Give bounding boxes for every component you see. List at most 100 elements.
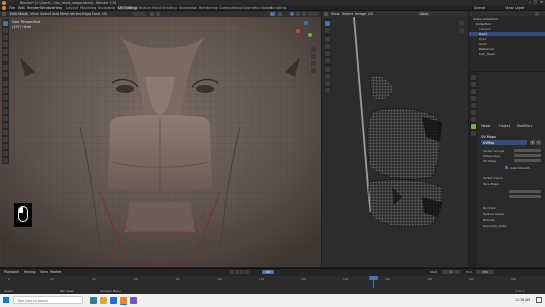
shrink-fatten-icon[interactable] <box>3 144 8 149</box>
scene-selector[interactable]: Scene <box>474 6 485 10</box>
uv-menu-uv[interactable]: UV <box>368 12 373 16</box>
prop-label-texture-space[interactable]: Texture Space <box>483 212 504 216</box>
prop-label-vertex-colors[interactable]: Vertex Colors <box>483 176 503 180</box>
navigation-gizmo[interactable] <box>296 21 316 41</box>
image-selector[interactable]: New <box>418 12 430 16</box>
extrude-icon[interactable] <box>3 81 8 86</box>
viewport-menu-uv[interactable]: UV <box>102 12 107 16</box>
workspace-tab-geometry-nodes[interactable]: Geometry Nodes <box>242 6 272 10</box>
blender-taskbar-icon[interactable] <box>120 297 127 305</box>
play-reverse-button[interactable] <box>235 270 239 274</box>
shading-rendered-icon[interactable] <box>302 12 306 16</box>
prop-label-remesh[interactable]: Remesh <box>483 218 495 222</box>
pan-icon[interactable] <box>311 54 316 59</box>
workspace-tab-rendering[interactable]: Rendering <box>199 6 217 10</box>
outliner-item[interactable]: Collection <box>476 22 491 26</box>
viewport-menu-vertex[interactable]: Vertex <box>70 12 82 16</box>
timeline-menu-keying[interactable]: Keying <box>24 270 35 274</box>
edge-slide-icon[interactable] <box>3 137 8 142</box>
maximize-button[interactable]: □ <box>534 0 537 4</box>
material-properties-icon[interactable] <box>470 131 476 136</box>
menu-window[interactable]: Window <box>40 6 54 10</box>
jump-start-button[interactable] <box>230 270 234 274</box>
workspace-tab-layout[interactable]: Layout <box>66 6 78 10</box>
outliner-filter-icon[interactable] <box>535 11 539 16</box>
shading-solid-icon[interactable] <box>290 12 294 16</box>
uv-maps-section-header[interactable]: UV Maps <box>481 135 496 139</box>
uv-move-icon[interactable] <box>325 37 330 42</box>
prop-field-vertex-groups[interactable] <box>514 149 541 153</box>
outliner-item[interactable]: Eyes <box>479 37 486 41</box>
uv-zoom-icon[interactable] <box>459 21 464 26</box>
axis-z-icon[interactable] <box>304 21 308 25</box>
timeline-menu-view[interactable]: View <box>40 270 48 274</box>
modifier-properties-icon[interactable] <box>470 117 476 122</box>
outliner-item[interactable]: Head <box>479 32 487 36</box>
remove-uv-map-button[interactable]: − <box>536 140 541 145</box>
close-button[interactable]: ✕ <box>540 0 543 4</box>
camera-view-icon[interactable] <box>311 61 316 66</box>
world-properties-icon[interactable] <box>470 103 476 108</box>
workspace-tab-uv-editing[interactable]: UV Editing <box>117 6 138 10</box>
prop-field-normals[interactable] <box>509 195 541 199</box>
proportional-edit-icon[interactable] <box>156 12 160 16</box>
uv-annotate-icon[interactable] <box>325 67 330 72</box>
menu-file[interactable]: File <box>9 6 15 10</box>
workspace-tab-texture-paint[interactable]: Texture Paint <box>138 6 161 10</box>
options-button[interactable] <box>308 12 319 16</box>
viewport-menu-add[interactable]: Add <box>52 12 59 16</box>
shear-icon[interactable] <box>3 151 8 156</box>
poly-build-icon[interactable] <box>3 116 8 121</box>
uv-pinch-icon[interactable] <box>325 88 330 93</box>
outliner-item[interactable]: Camera <box>479 27 491 31</box>
prop-label-geometry-data[interactable]: Geometry Data <box>483 224 506 228</box>
play-button[interactable] <box>240 270 244 274</box>
zoom-icon[interactable] <box>311 47 316 52</box>
task-view-icon[interactable] <box>90 297 97 304</box>
object-properties-icon[interactable] <box>470 110 476 115</box>
minimize-button[interactable]: – <box>529 0 531 4</box>
properties-tab-modifiers[interactable]: Modifiers <box>517 124 532 128</box>
snap-icon[interactable] <box>150 12 154 16</box>
spin-icon[interactable] <box>3 123 8 128</box>
windows-start-icon[interactable] <box>3 297 9 303</box>
current-frame-field[interactable]: 197 <box>262 270 274 274</box>
viewport-menu-edge[interactable]: Edge <box>82 12 91 16</box>
render-properties-icon[interactable] <box>470 82 476 87</box>
cursor-icon[interactable] <box>3 28 8 33</box>
file-explorer-icon[interactable] <box>100 297 107 304</box>
axis-y-icon[interactable] <box>308 33 312 37</box>
move-icon[interactable] <box>3 35 8 40</box>
rotate-icon[interactable] <box>3 42 8 47</box>
uv-transform-icon[interactable] <box>325 58 330 63</box>
workspace-tab-shading[interactable]: Shading <box>162 6 177 10</box>
uv-select-icon[interactable] <box>325 21 330 26</box>
notification-icon[interactable] <box>536 297 542 303</box>
viewport-menu-view[interactable]: View <box>30 12 39 16</box>
uv-editor[interactable] <box>322 17 468 267</box>
jump-end-button[interactable] <box>245 270 249 274</box>
uv-menu-select[interactable]: Select <box>342 12 353 16</box>
smooth-icon[interactable] <box>3 130 8 135</box>
workspace-tab-scripting[interactable]: Scripting <box>270 6 286 10</box>
uv-scale-icon[interactable] <box>325 51 330 56</box>
uv-editor-type-icon[interactable] <box>324 12 328 16</box>
editor-type-icon[interactable] <box>2 12 6 16</box>
timeline[interactable]: Playback Keying View Marker 197 Start 1 … <box>0 268 545 288</box>
scene-properties-icon[interactable] <box>470 96 476 101</box>
start-frame-field[interactable]: 1 <box>442 270 460 274</box>
measure-icon[interactable] <box>3 72 8 77</box>
scale-icon[interactable] <box>3 49 8 54</box>
transform-orientation-dropdown[interactable] <box>132 12 146 16</box>
prop-label-normals[interactable]: Normals <box>483 206 495 210</box>
inset-icon[interactable] <box>3 88 8 93</box>
outliner-item[interactable]: Lion_Head <box>479 52 495 56</box>
annotate-icon[interactable] <box>3 65 8 70</box>
uv-map-list-item[interactable]: UVMap <box>481 140 527 145</box>
viewport-menu-select[interactable]: Select <box>40 12 51 16</box>
add-uv-map-button[interactable]: + <box>530 140 535 145</box>
menu-render[interactable]: Render <box>27 6 40 10</box>
playhead-handle[interactable] <box>369 276 378 280</box>
workspace-tab-animation[interactable]: Animation <box>179 6 197 10</box>
transform-icon[interactable] <box>3 56 8 61</box>
